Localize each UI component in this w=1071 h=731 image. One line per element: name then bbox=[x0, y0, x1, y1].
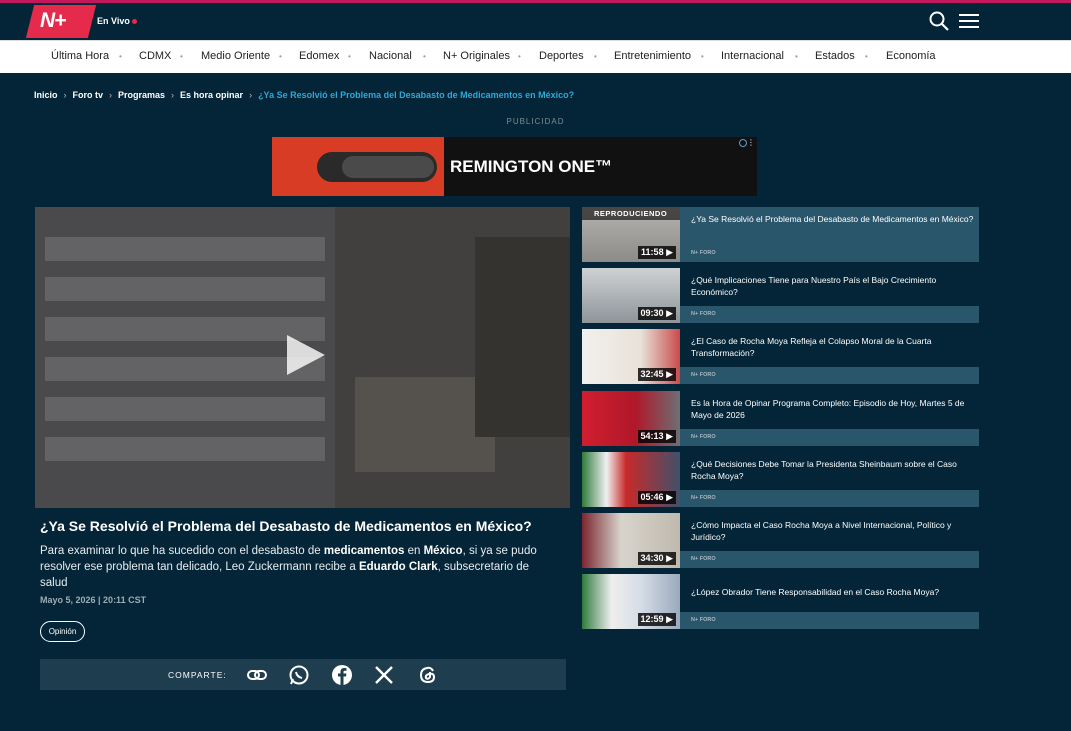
article-description: Para examinar lo que ha sucedido con el … bbox=[40, 545, 537, 589]
keyword-link[interactable]: México bbox=[424, 545, 463, 557]
hamburger-menu-icon[interactable] bbox=[958, 12, 980, 30]
nav-item-ultima-hora[interactable]: Última Hora bbox=[51, 50, 109, 62]
nav-item-estados[interactable]: Estados bbox=[815, 50, 855, 62]
nav-separator: • bbox=[865, 52, 868, 61]
chevron-right-icon: › bbox=[249, 90, 253, 100]
video-thumbnail: REPRODUCIENDO 11:58 ▶ bbox=[582, 207, 680, 262]
section-nav: Última Hora • CDMX • Medio Oriente • Edo… bbox=[0, 40, 1071, 73]
video-thumbnail: 32:45 ▶ bbox=[582, 329, 680, 384]
link-icon[interactable] bbox=[246, 664, 268, 686]
breadcrumb-inicio[interactable]: Inicio bbox=[34, 90, 58, 100]
playlist-item[interactable]: REPRODUCIENDO 11:58 ▶ ¿Ya Se Resolvió el… bbox=[582, 207, 979, 262]
now-playing-badge: REPRODUCIENDO bbox=[582, 207, 680, 220]
site-header: N+ En Vivo bbox=[0, 3, 1071, 40]
playlist-item-title[interactable]: ¿Ya Se Resolvió el Problema del Desabast… bbox=[680, 207, 979, 245]
playlist-item[interactable]: 34:30 ▶ ¿Cómo Impacta el Caso Rocha Moya… bbox=[582, 513, 979, 568]
video-duration: 54:13 ▶ bbox=[637, 430, 676, 443]
playlist-item-title[interactable]: ¿El Caso de Rocha Moya Refleja el Colaps… bbox=[680, 329, 979, 367]
live-link[interactable]: En Vivo bbox=[97, 16, 130, 26]
chevron-right-icon: › bbox=[171, 90, 175, 100]
nav-item-internacional[interactable]: Internacional bbox=[721, 50, 784, 62]
article-date: Mayo 5, 2026 | 20:11 CST bbox=[40, 595, 147, 605]
ad-banner[interactable]: REMINGTON ONE™ ⋮ bbox=[272, 137, 757, 196]
playlist-item-source: N+ FORO bbox=[680, 612, 979, 629]
breadcrumb-es-hora-opinar[interactable]: Es hora opinar bbox=[180, 90, 243, 100]
search-icon[interactable] bbox=[928, 10, 950, 32]
nav-separator: • bbox=[594, 52, 597, 61]
ad-close-icon[interactable]: ⋮ bbox=[747, 138, 755, 147]
video-duration: 05:46 ▶ bbox=[637, 491, 676, 504]
video-duration: 34:30 ▶ bbox=[637, 552, 676, 565]
playlist-item-source: N+ FORO bbox=[680, 551, 979, 568]
nav-item-economia[interactable]: Economía bbox=[886, 50, 936, 62]
nav-separator: • bbox=[423, 52, 426, 61]
ad-brand-text: REMINGTON ONE™ bbox=[450, 157, 613, 176]
video-thumbnail: 09:30 ▶ bbox=[582, 268, 680, 323]
nav-separator: • bbox=[348, 52, 351, 61]
playlist-item-title[interactable]: ¿Qué Decisiones Debe Tomar la Presidenta… bbox=[680, 452, 979, 490]
nav-item-n-originales[interactable]: N+ Originales bbox=[443, 50, 510, 62]
nav-item-deportes[interactable]: Deportes bbox=[539, 50, 584, 62]
playlist-item[interactable]: 32:45 ▶ ¿El Caso de Rocha Moya Refleja e… bbox=[582, 329, 979, 384]
playlist-item[interactable]: 05:46 ▶ ¿Qué Decisiones Debe Tomar la Pr… bbox=[582, 452, 979, 507]
playlist-item-source: N+ FORO bbox=[680, 367, 979, 384]
nav-item-cdmx[interactable]: CDMX bbox=[139, 50, 171, 62]
playlist-item-title[interactable]: ¿Qué Implicaciones Tiene para Nuestro Pa… bbox=[680, 268, 979, 306]
video-duration: 12:59 ▶ bbox=[637, 613, 676, 626]
nav-separator: • bbox=[701, 52, 704, 61]
breadcrumb-current: ¿Ya Se Resolvió el Problema del Desabast… bbox=[258, 90, 575, 100]
playlist-item-source: N+ FORO bbox=[680, 306, 979, 323]
playlist-item-source: N+ FORO bbox=[680, 490, 979, 507]
nav-item-edomex[interactable]: Edomex bbox=[299, 50, 339, 62]
live-indicator-dot bbox=[132, 19, 137, 24]
chevron-right-icon: › bbox=[109, 90, 113, 100]
facebook-icon[interactable] bbox=[331, 664, 353, 686]
nav-item-entretenimiento[interactable]: Entretenimiento bbox=[614, 50, 691, 62]
playlist-item-title[interactable]: Es la Hora de Opinar Programa Completo: … bbox=[680, 391, 979, 429]
breadcrumb-programas[interactable]: Programas bbox=[118, 90, 165, 100]
site-logo[interactable]: N+ bbox=[40, 9, 66, 33]
video-thumbnail: 05:46 ▶ bbox=[582, 452, 680, 507]
playlist-item[interactable]: 54:13 ▶ Es la Hora de Opinar Programa Co… bbox=[582, 391, 979, 446]
share-bar: COMPARTE: bbox=[40, 659, 566, 690]
nav-separator: • bbox=[795, 52, 798, 61]
video-player[interactable] bbox=[35, 207, 570, 508]
share-label: COMPARTE: bbox=[168, 670, 227, 680]
chevron-right-icon: › bbox=[63, 90, 67, 100]
video-duration: 09:30 ▶ bbox=[637, 307, 676, 320]
playlist-item[interactable]: 09:30 ▶ ¿Qué Implicaciones Tiene para Nu… bbox=[582, 268, 979, 323]
keyword-link[interactable]: Eduardo Clark bbox=[359, 561, 438, 573]
video-thumbnail: 12:59 ▶ bbox=[582, 574, 680, 629]
playlist-item-source: N+ FORO bbox=[680, 429, 979, 446]
breadcrumb-foro-tv[interactable]: Foro tv bbox=[73, 90, 104, 100]
whatsapp-icon[interactable] bbox=[288, 664, 310, 686]
nav-separator: • bbox=[119, 52, 122, 61]
nav-item-medio-oriente[interactable]: Medio Oriente bbox=[201, 50, 270, 62]
article-title: ¿Ya Se Resolvió el Problema del Desabast… bbox=[40, 518, 532, 534]
video-thumbnail: 34:30 ▶ bbox=[582, 513, 680, 568]
threads-icon[interactable] bbox=[417, 664, 439, 686]
ad-product-detail bbox=[342, 156, 434, 178]
x-twitter-icon[interactable] bbox=[373, 664, 395, 686]
breadcrumb: Inicio › Foro tv › Programas › Es hora opinar ›… bbox=[34, 90, 574, 100]
playlist-item-source: N+ FORO bbox=[680, 245, 979, 262]
play-icon[interactable] bbox=[287, 335, 325, 375]
video-thumbnail: 54:13 ▶ bbox=[582, 391, 680, 446]
video-duration: 32:45 ▶ bbox=[637, 368, 676, 381]
nav-separator: • bbox=[279, 52, 282, 61]
nav-item-nacional[interactable]: Nacional bbox=[369, 50, 412, 62]
ad-info-icon[interactable] bbox=[739, 139, 747, 147]
nav-separator: • bbox=[180, 52, 183, 61]
tag-opinion[interactable]: Opinión bbox=[40, 621, 85, 642]
playlist-item-title[interactable]: ¿López Obrador Tiene Responsabilidad en … bbox=[680, 574, 979, 612]
ad-label: PUBLICIDAD bbox=[506, 117, 565, 126]
keyword-link[interactable]: medicamentos bbox=[324, 545, 405, 557]
playlist-item[interactable]: 12:59 ▶ ¿López Obrador Tiene Responsabil… bbox=[582, 574, 979, 629]
playlist-item-title[interactable]: ¿Cómo Impacta el Caso Rocha Moya a Nivel… bbox=[680, 513, 979, 551]
video-duration: 11:58 ▶ bbox=[638, 246, 676, 259]
nav-separator: • bbox=[518, 52, 521, 61]
